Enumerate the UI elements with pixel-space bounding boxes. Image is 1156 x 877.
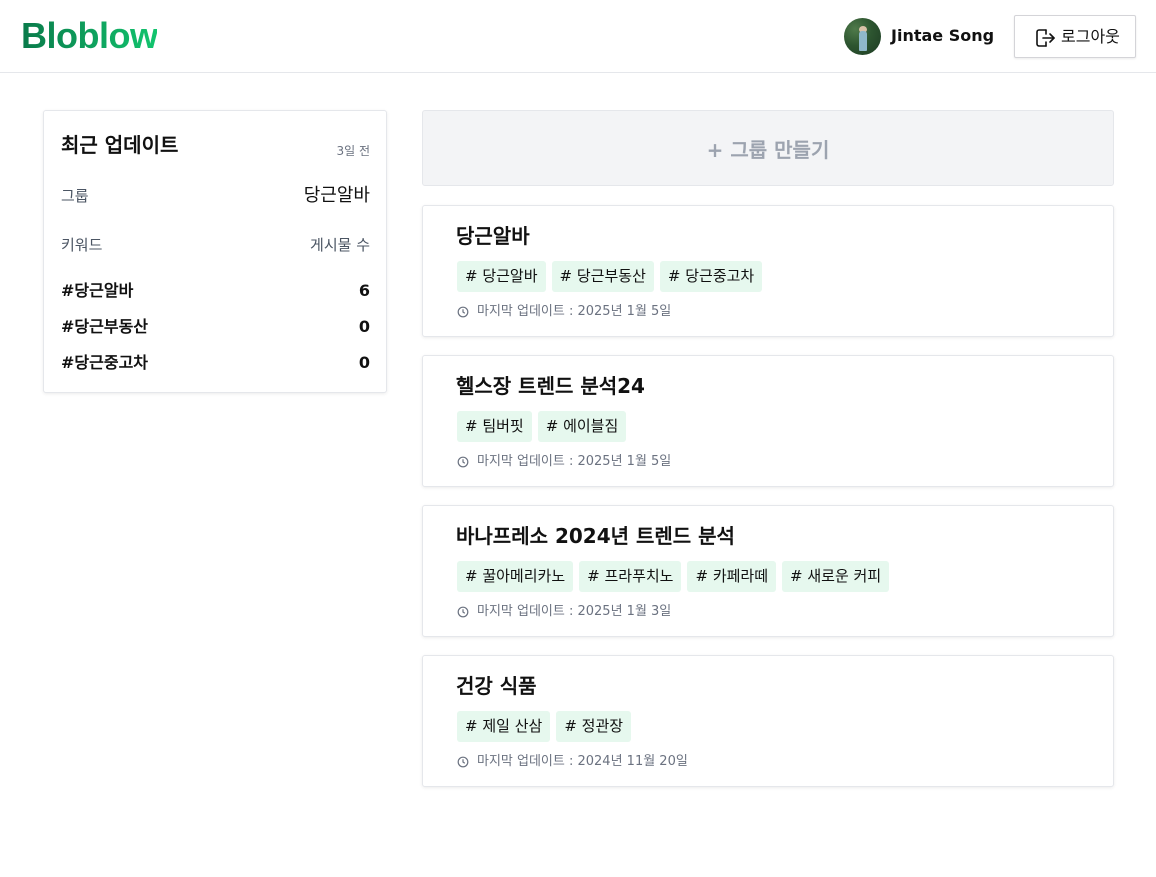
group-title: 헬스장 트렌드 분석24 (456, 374, 645, 398)
app-logo[interactable]: Bloblow (21, 15, 158, 57)
tag-list: # 제일 산삼 # 정관장 (457, 711, 632, 742)
keyword-tag: # 당근중고차 (659, 261, 763, 292)
recent-updates-panel: 최근 업데이트 3일 전 그룹 당근알바 키워드 게시물 수 #당근알바 6 #… (43, 110, 387, 393)
logout-icon (1036, 29, 1055, 47)
clock-icon (457, 306, 469, 318)
last-updated: 마지막 업데이트 : 2025년 1월 5일 (457, 454, 671, 470)
clock-icon (457, 756, 469, 768)
last-updated: 마지막 업데이트 : 2025년 1월 5일 (457, 304, 671, 320)
post-count-column-label: 게시물 수 (310, 236, 370, 254)
group-card[interactable]: 헬스장 트렌드 분석24 # 팀버핏 # 에이블짐 마지막 업데이트 : 202… (422, 355, 1114, 487)
clock-icon (457, 606, 469, 618)
last-updated-text: 마지막 업데이트 : 2024년 11월 20일 (477, 754, 688, 769)
keyword-tag: # 꿀아메리카노 (457, 561, 574, 592)
keyword-tag: # 카페라떼 (687, 561, 777, 592)
group-card[interactable]: 바나프레소 2024년 트렌드 분석 # 꿀아메리카노 # 프라푸치노 # 카페… (422, 505, 1114, 637)
last-updated: 마지막 업데이트 : 2025년 1월 3일 (457, 604, 671, 620)
keyword-column-label: 키워드 (61, 236, 103, 254)
keyword-tag: # 당근알바 (457, 261, 546, 292)
keyword-tag: # 에이블짐 (537, 411, 627, 442)
panel-time-ago: 3일 전 (336, 144, 370, 158)
panel-title: 최근 업데이트 (61, 133, 179, 157)
create-group-label: + 그룹 만들기 (706, 137, 830, 162)
group-label: 그룹 (61, 187, 89, 205)
last-updated: 마지막 업데이트 : 2024년 11월 20일 (457, 754, 688, 770)
group-card[interactable]: 건강 식품 # 제일 산삼 # 정관장 마지막 업데이트 : 2024년 11월… (422, 655, 1114, 787)
top-header: Bloblow Jintae Song 로그아웃 (0, 0, 1156, 73)
keyword-tag: # 제일 산삼 (457, 711, 551, 742)
group-title: 건강 식품 (456, 674, 537, 698)
keyword-tag: # 프라푸치노 (579, 561, 682, 592)
keyword-count: 0 (358, 317, 370, 336)
group-title: 당근알바 (456, 224, 530, 248)
keyword-name: #당근알바 (61, 281, 134, 300)
last-updated-text: 마지막 업데이트 : 2025년 1월 3일 (477, 604, 672, 619)
keyword-tag: # 팀버핏 (457, 411, 532, 442)
logout-label: 로그아웃 (1061, 27, 1120, 46)
clock-icon (457, 456, 469, 468)
group-value: 당근알바 (303, 185, 370, 206)
group-title: 바나프레소 2024년 트렌드 분석 (456, 524, 735, 548)
last-updated-text: 마지막 업데이트 : 2025년 1월 5일 (477, 454, 672, 469)
tag-list: # 팀버핏 # 에이블짐 (457, 411, 627, 442)
user-name: Jintae Song (891, 26, 995, 45)
logout-button[interactable]: 로그아웃 (1014, 15, 1136, 58)
avatar[interactable] (844, 18, 881, 55)
create-group-button[interactable]: + 그룹 만들기 (422, 110, 1114, 186)
keyword-name: #당근중고차 (61, 353, 149, 372)
keyword-count: 6 (358, 281, 370, 300)
keyword-name: #당근부동산 (61, 317, 149, 336)
tag-list: # 당근알바 # 당근부동산 # 당근중고차 (457, 261, 763, 292)
keyword-count: 0 (358, 353, 370, 372)
keyword-tag: # 새로운 커피 (782, 561, 890, 592)
tag-list: # 꿀아메리카노 # 프라푸치노 # 카페라떼 # 새로운 커피 (457, 561, 890, 592)
keyword-tag: # 당근부동산 (551, 261, 654, 292)
keyword-tag: # 정관장 (556, 711, 632, 742)
group-card[interactable]: 당근알바 # 당근알바 # 당근부동산 # 당근중고차 마지막 업데이트 : 2… (422, 205, 1114, 337)
last-updated-text: 마지막 업데이트 : 2025년 1월 5일 (477, 304, 672, 319)
